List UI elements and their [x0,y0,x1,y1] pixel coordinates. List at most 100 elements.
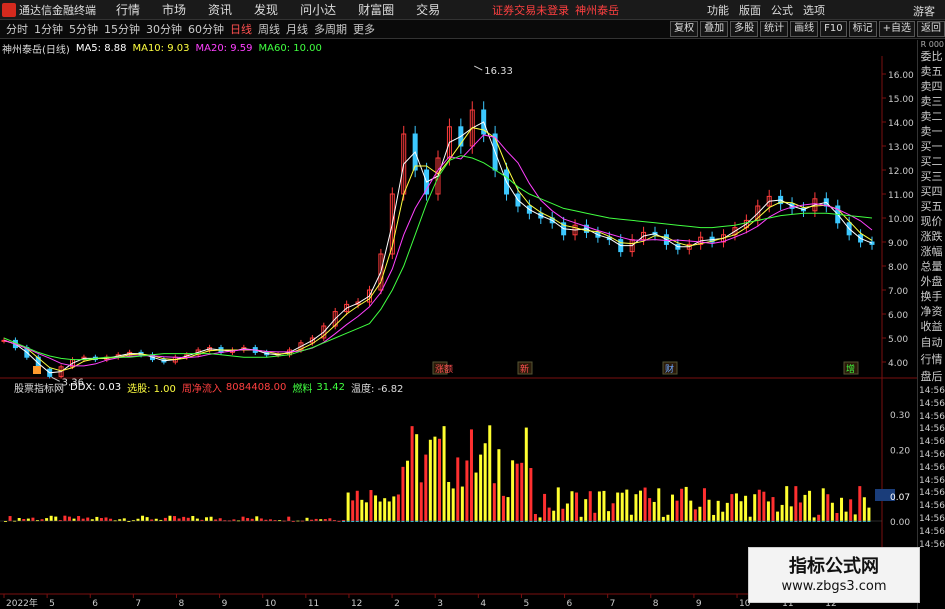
mark-button[interactable]: 标记 [848,21,877,37]
period-5min[interactable]: 5分钟 [69,21,98,37]
menu-ask[interactable]: 问小达 [300,1,336,18]
ddx-bar [858,486,862,521]
ddx-bar [122,518,126,521]
period-15min[interactable]: 15分钟 [104,21,140,37]
ddx-bar [241,516,245,521]
ddx-bar [351,500,355,521]
indicator-name[interactable]: 股票指标网 [14,380,64,395]
price-tick-label: 15.00 [888,95,914,105]
restore-rights-button[interactable]: 复权 [670,21,699,37]
ddx-bar [511,460,515,521]
menu-market[interactable]: 市场 [162,1,186,18]
menu-formula[interactable]: 公式 [771,2,793,18]
menu-discover[interactable]: 发现 [254,1,278,18]
ddx-bar [780,504,784,521]
menu-trade[interactable]: 交易 [416,1,440,18]
stock-link[interactable]: 神州泰岳 [575,2,619,18]
x-tick-label: 4 [480,599,486,609]
ddx-bar [675,500,679,521]
add-watchlist-button[interactable]: +自选 [878,21,915,37]
panel-command[interactable]: 自动 [918,334,945,351]
ddx-bar [451,488,455,521]
ddx-bar [789,506,793,521]
ddx-bar [182,516,186,521]
statistics-button[interactable]: 统计 [760,21,789,37]
period-monthly[interactable]: 月线 [286,21,308,37]
period-bar: 分时 1分钟 5分钟 15分钟 30分钟 60分钟 日线 周线 月线 多周期 更… [0,20,945,39]
ddx-bar [744,495,748,521]
watermark: 指标公式网 www.zbgs3.com [748,547,920,603]
x-tick-label: 3 [437,599,443,609]
panel-command[interactable]: 盘后 [918,368,945,385]
indicator-header: 股票指标网 DDX: 0.03 选股: 1.00 周净流入 8084408.00… [0,380,403,395]
period-multi[interactable]: 多周期 [314,21,347,37]
multi-stock-button[interactable]: 多股 [730,21,759,37]
ddx-bar [584,499,588,521]
x-tick-label: 6 [567,599,573,609]
ddx-bar [479,454,483,521]
period-30min[interactable]: 30分钟 [146,21,182,37]
ddx-bar [643,487,647,521]
guest-button[interactable]: 游客 [913,3,935,19]
menu-options[interactable]: 选项 [803,2,825,18]
ddx-bar [835,513,839,521]
quote-item: 委比 [920,50,943,63]
chart-area[interactable]: 16.333.36 16.0015.0014.0013.0012.0011.00… [0,56,917,609]
ddx-bar [762,491,766,521]
x-tick-label: 8 [653,599,659,609]
menu-wealth[interactable]: 财富圈 [358,1,394,18]
watermark-title: 指标公式网 [789,556,879,577]
ddx-bar [634,494,638,521]
quote-item: 外盘 [920,275,943,288]
period-60min[interactable]: 60分钟 [188,21,224,37]
ddx-bar [661,516,665,521]
period-weekly[interactable]: 周线 [258,21,280,37]
ddx-bar [136,518,140,521]
menu-quotes[interactable]: 行情 [116,1,140,18]
ddx-bar [616,492,620,521]
period-1min[interactable]: 1分钟 [34,21,63,37]
ddx-bar [456,457,460,521]
panel-command[interactable]: 行情 [918,351,945,368]
draw-line-button[interactable]: 画线 [790,21,819,37]
period-daily[interactable]: 日线 [230,21,252,37]
xuangu-label: 选股: 1.00 [127,383,176,395]
low-marker [33,366,41,374]
login-notice[interactable]: 证券交易未登录 [492,2,569,18]
ddx-bar [593,512,597,521]
ddx-bar [625,489,629,521]
ddx-bar [438,438,441,521]
ddx-bar [104,517,108,521]
f10-button[interactable]: F10 [820,21,847,37]
ddx-bar [406,460,410,521]
ddx-bar [739,501,743,521]
ddx-bar [205,517,209,521]
menu-news[interactable]: 资讯 [208,1,232,18]
price-tick-label: 14.00 [888,119,914,129]
period-more[interactable]: 更多 [353,21,375,37]
ma60-label: MA60: 10.00 [258,42,322,54]
fuel-value: 31.42 [316,381,345,393]
menu-function[interactable]: 功能 [707,2,729,18]
x-tick-label: 10 [265,599,277,609]
price-tick-label: 13.00 [888,143,914,153]
menu-layout[interactable]: 版面 [739,2,761,18]
ddx-bar [49,515,53,521]
ddx-bar [766,501,770,521]
overlay-button[interactable]: 叠加 [700,21,729,37]
ddx-bar [314,518,318,521]
ddx-bar [346,492,350,521]
fuel-label: 燃料 [292,383,313,395]
ddx-label: DDX: 0.03 [70,381,122,393]
ddx-bar [246,518,250,521]
ddx-bar [506,497,510,521]
ddx-bar [734,493,738,521]
ddx-bar [63,515,67,521]
period-timeshare[interactable]: 分时 [6,21,28,37]
back-button[interactable]: 返回 [917,21,945,37]
ddx-bar [666,514,670,521]
quote-item: 卖四 [920,80,943,93]
ddx-bar [492,483,496,521]
ddx-bar [607,511,611,521]
ddx-bar [497,449,501,521]
